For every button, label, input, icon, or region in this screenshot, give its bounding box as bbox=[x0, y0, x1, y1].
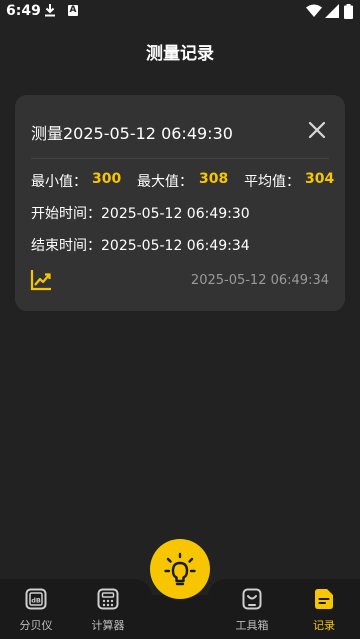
record-card: 测量2025-05-12 06:49:30 最小值： 300 最大值： 308 … bbox=[15, 95, 345, 311]
stats-row: 最小值： 300 最大值： 308 平均值： 304 bbox=[31, 171, 335, 191]
records-icon bbox=[315, 589, 333, 609]
chart-icon[interactable] bbox=[29, 268, 53, 292]
nav-item-records[interactable]: 记录 bbox=[294, 579, 354, 639]
start-time-label: 开始时间： bbox=[31, 206, 101, 222]
end-time-value: 2025-05-12 06:49:34 bbox=[101, 238, 250, 254]
svg-text:dB: dB bbox=[31, 597, 41, 605]
download-icon bbox=[45, 4, 55, 17]
db-meter-icon: dB bbox=[25, 588, 47, 610]
max-label: 最大值： bbox=[137, 174, 193, 190]
record-timestamp: 2025-05-12 06:49:34 bbox=[190, 273, 329, 288]
page-title: 测量记录 bbox=[146, 44, 214, 64]
close-icon[interactable] bbox=[307, 120, 327, 140]
start-time-row: 开始时间：2025-05-12 06:49:30 bbox=[31, 203, 250, 223]
app-notification-icon: A bbox=[68, 5, 78, 16]
min-value: 300 bbox=[92, 171, 122, 187]
screen: 6:49 A 测量记录 测量2025-05-12 06:49:30 最小值： 3… bbox=[0, 0, 360, 639]
card-divider bbox=[31, 158, 329, 159]
nav-item-calculator[interactable]: 计算器 bbox=[78, 579, 138, 639]
nav-label-records: 记录 bbox=[313, 619, 335, 632]
max-value: 308 bbox=[199, 171, 229, 187]
battery-icon bbox=[344, 4, 353, 19]
avg-label: 平均值： bbox=[244, 174, 300, 190]
min-label: 最小值： bbox=[31, 174, 87, 190]
wifi-icon bbox=[306, 4, 322, 17]
toolbox-icon bbox=[242, 588, 262, 610]
record-title: 测量2025-05-12 06:49:30 bbox=[31, 124, 233, 143]
end-time-row: 结束时间：2025-05-12 06:49:34 bbox=[31, 235, 250, 255]
status-bar: 6:49 A bbox=[0, 0, 360, 24]
status-time: 6:49 bbox=[6, 3, 41, 19]
nav-item-decibel[interactable]: dB 分贝仪 bbox=[6, 579, 66, 639]
signal-icon bbox=[325, 4, 339, 18]
avg-value: 304 bbox=[305, 171, 335, 187]
nav-label-decibel: 分贝仪 bbox=[19, 619, 53, 632]
nav-label-toolbox: 工具箱 bbox=[235, 619, 269, 632]
nav-label-calculator: 计算器 bbox=[91, 619, 125, 632]
light-bulb-icon bbox=[164, 552, 196, 586]
start-time-value: 2025-05-12 06:49:30 bbox=[101, 206, 250, 222]
light-bulb-button[interactable] bbox=[150, 539, 210, 599]
nav-item-toolbox[interactable]: 工具箱 bbox=[222, 579, 282, 639]
end-time-label: 结束时间： bbox=[31, 238, 101, 254]
calculator-icon bbox=[97, 588, 119, 610]
